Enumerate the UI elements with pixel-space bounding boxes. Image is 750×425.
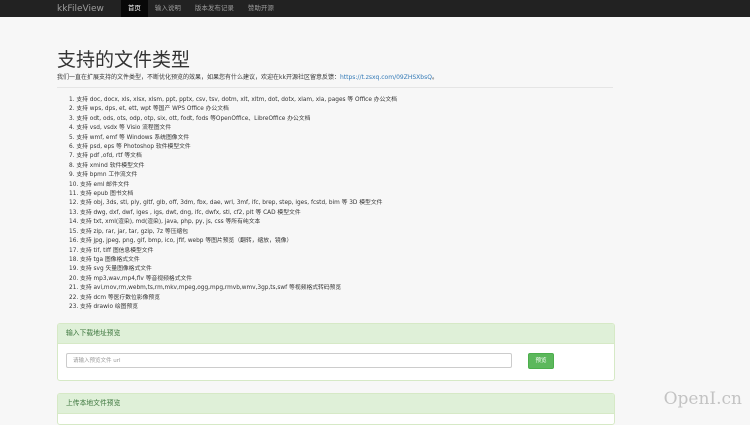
nav-sponsor[interactable]: 赞助开源 bbox=[241, 0, 281, 17]
format-item: 20. 支持 mp3,wav,mp4,flv 等音视频格式文件 bbox=[69, 275, 193, 282]
intro-text: 我们一直在扩展支持的文件类型，不断优化预览的效果，如果您有什么建议，欢迎在kk开… bbox=[57, 72, 438, 81]
format-item: 4. 支持 vsd, vsdx 等 Visio 流程图文件 bbox=[69, 125, 172, 132]
top-navbar: kkFileView 首页 输入说明 版本发布记录 赞助开源 bbox=[0, 0, 750, 17]
format-item: 2. 支持 wps, dps, et, ett, wpt 等国产 WPS Off… bbox=[69, 106, 229, 113]
format-item: 6. 支持 psd, eps 等 Photoshop 软件模型文件 bbox=[69, 144, 191, 151]
url-preview-panel: 输入下载地址预览 预览 bbox=[57, 323, 615, 381]
supported-formats-list: 1. 支持 doc, docx, xls, xlsx, xlsm, ppt, p… bbox=[57, 96, 397, 312]
format-item: 19. 支持 svg 矢量图像格式文件 bbox=[69, 266, 152, 273]
nav-release-notes[interactable]: 版本发布记录 bbox=[188, 0, 241, 17]
format-item: 8. 支持 xmind 软件模型文件 bbox=[69, 162, 145, 169]
watermark-logo: OpenI.cn bbox=[663, 389, 742, 409]
upload-preview-panel: 上传本地文件预览 bbox=[57, 393, 615, 425]
url-panel-body: 预览 bbox=[58, 344, 614, 380]
format-item: 15. 支持 zip, rar, jar, tar, gzip, 7z 等压缩包 bbox=[69, 228, 189, 235]
page-title: 支持的文件类型 bbox=[57, 49, 191, 71]
format-item: 5. 支持 wmf, emf 等 Windows 系统图像文件 bbox=[69, 134, 190, 141]
format-item: 21. 支持 avi,mov,rm,webm,ts,rm,mkv,mpeg,og… bbox=[69, 285, 342, 292]
format-item: 16. 支持 jpg, jpeg, png, gif, bmp, ico, jf… bbox=[69, 238, 293, 245]
brand-logo[interactable]: kkFileView bbox=[57, 4, 104, 14]
format-item: 9. 支持 bpmn 工作流文件 bbox=[69, 172, 138, 179]
upload-panel-heading: 上传本地文件预览 bbox=[58, 394, 614, 414]
format-item: 22. 支持 dcm 等医疗数位影像预览 bbox=[69, 294, 161, 301]
format-item: 18. 支持 tga 图像格式文件 bbox=[69, 256, 140, 263]
format-item: 12. 支持 obj, 3ds, stl, ply, gltf, glb, of… bbox=[69, 200, 383, 207]
format-item: 17. 支持 tif, tiff 图信息模型文件 bbox=[69, 247, 154, 254]
format-item: 7. 支持 pdf ,ofd, rtf 等文档 bbox=[69, 153, 142, 160]
format-item: 23. 支持 drawio 绘图预览 bbox=[69, 303, 139, 310]
format-item: 13. 支持 dwg, dxf, dwf, iges , igs, dwt, d… bbox=[69, 209, 301, 216]
intro-end: 。 bbox=[431, 74, 438, 81]
format-item: 10. 支持 eml 邮件文件 bbox=[69, 181, 130, 188]
url-panel-heading: 输入下载地址预览 bbox=[58, 324, 614, 344]
format-item: 11. 支持 epub 图书文档 bbox=[69, 191, 134, 198]
intro-description: 我们一直在扩展支持的文件类型，不断优化预览的效果，如果您有什么建议，欢迎在kk开… bbox=[57, 74, 340, 81]
preview-button[interactable]: 预览 bbox=[528, 353, 554, 369]
format-item: 14. 支持 txt, xml(渲染), md(渲染), java, php, … bbox=[69, 219, 261, 226]
nav-input-instructions[interactable]: 输入说明 bbox=[148, 0, 188, 17]
format-item: 1. 支持 doc, docx, xls, xlsx, xlsm, ppt, p… bbox=[69, 97, 397, 103]
url-input[interactable] bbox=[66, 353, 512, 368]
divider bbox=[57, 87, 613, 88]
feedback-link[interactable]: https://t.zsxq.com/09ZHSXbsQ bbox=[340, 74, 432, 81]
format-item: 3. 支持 odt, ods, ots, odp, otp, six, ott,… bbox=[69, 115, 311, 122]
nav-home[interactable]: 首页 bbox=[120, 0, 148, 17]
